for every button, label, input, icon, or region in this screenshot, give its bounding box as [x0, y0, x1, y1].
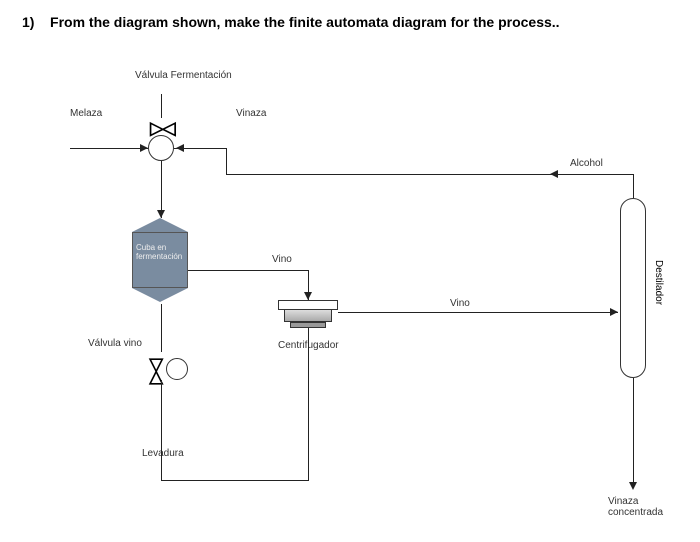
question-number: 1): [22, 14, 34, 30]
tank-top-icon: [132, 218, 188, 232]
flow-melaza-in: [70, 148, 148, 149]
label-alcohol: Alcohol: [570, 158, 603, 169]
arrow-icon: [157, 210, 165, 218]
label-valvula-fermentacion: Válvula Fermentación: [135, 70, 232, 81]
bowtie-icon: ▷◁: [146, 359, 167, 383]
tank-bottom-icon: [132, 288, 188, 302]
flow-valve-junction: [161, 94, 162, 118]
label-vino1: Vino: [272, 254, 292, 265]
question-text: 1) From the diagram shown, make the fini…: [22, 14, 560, 30]
flow-valve-yeast: [161, 380, 162, 440]
arrow-icon: [140, 144, 148, 152]
flow-bottom-1: [161, 438, 162, 480]
flow-alcohol-back: [226, 174, 634, 175]
centrifuge-unit: [278, 300, 338, 328]
arrow-icon: [304, 292, 312, 300]
label-melaza: Melaza: [70, 108, 102, 119]
label-destilador: Destilador: [653, 260, 664, 305]
arrow-icon: [176, 144, 184, 152]
junction-node: [148, 135, 174, 161]
flow-alcohol-join: [226, 148, 227, 174]
arrow-icon: [629, 482, 637, 490]
label-levadura: Levadura: [142, 448, 184, 459]
flow-vino-to-distiller: [338, 312, 618, 313]
label-vinaza-concentrada: Vinaza concentrada: [608, 496, 663, 518]
tank-label-line1: Cuba en: [136, 243, 166, 252]
process-diagram: Válvula Fermentación Melaza Vinaza ▷◁ Cu…: [50, 50, 670, 525]
tank-label-line2: fermentación: [136, 252, 182, 261]
flow-bottom-up: [308, 328, 309, 480]
label-vino2: Vino: [450, 298, 470, 309]
fermentation-tank: Cuba en fermentación: [132, 218, 188, 304]
question-body: From the diagram shown, make the finite …: [50, 14, 560, 30]
arrow-icon: [610, 308, 618, 316]
flow-bottom-2: [161, 480, 309, 481]
flow-tank-valve: [161, 304, 162, 352]
label-valvula-vino: Válvula vino: [88, 338, 142, 349]
wine-valve-node: [166, 358, 188, 380]
centrifuge-top: [278, 300, 338, 310]
flow-alcohol-up: [633, 174, 634, 198]
flow-vinaza-conc: [633, 378, 634, 488]
centrifuge-body: [284, 310, 332, 322]
flow-vino-top: [188, 270, 308, 271]
distiller-column: [620, 198, 646, 378]
label-vinaza: Vinaza: [236, 108, 266, 119]
arrow-icon: [550, 170, 558, 178]
flow-vino-top2: [308, 270, 309, 292]
tank-label: Cuba en fermentación: [136, 244, 182, 262]
